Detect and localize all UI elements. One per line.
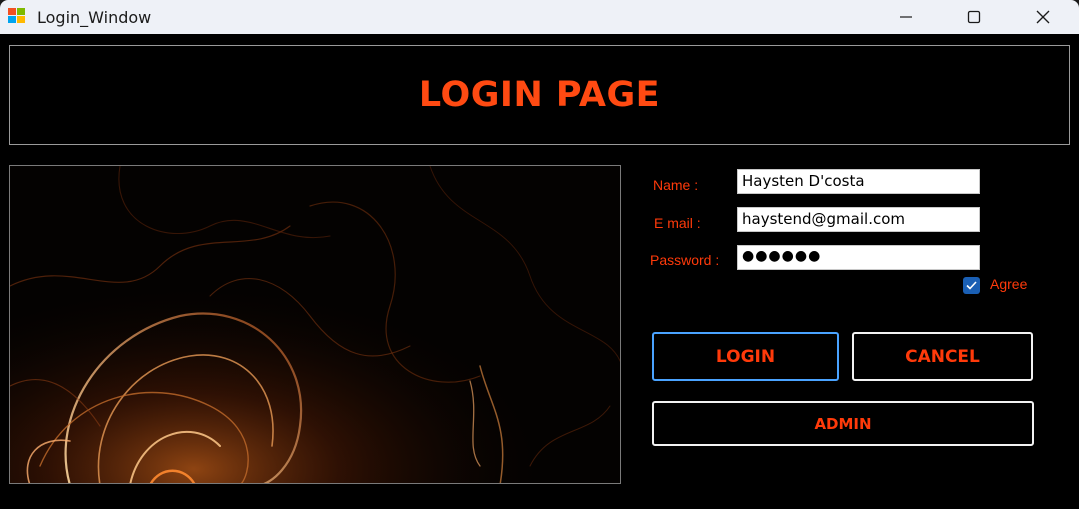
name-field[interactable]: Haysten D'costa <box>737 169 980 194</box>
close-button[interactable] <box>1020 0 1066 34</box>
cancel-button[interactable]: CANCEL <box>852 332 1033 381</box>
login-window: Login_Window LOGIN PAGE Name: Haysten D… <box>0 0 1079 509</box>
smoke-artwork-graphic <box>10 166 620 483</box>
page-title: LOGIN PAGE <box>418 75 661 115</box>
name-label: Name : <box>653 177 699 193</box>
window-title: Login_Window <box>37 8 152 27</box>
email-label: E mail : <box>654 215 701 231</box>
checkmark-icon <box>966 281 977 290</box>
agree-label: Agree <box>990 276 1028 292</box>
login-button[interactable]: LOGIN <box>652 332 839 381</box>
email-field[interactable]: haystend@gmail.com <box>737 207 980 232</box>
password-label: Password : <box>650 252 720 268</box>
maximize-button[interactable] <box>951 0 997 34</box>
client-area: LOGIN PAGE Name: Haysten D'costa E mail… <box>0 34 1079 509</box>
minimize-icon <box>900 16 912 18</box>
winforms-app-icon <box>8 8 26 24</box>
admin-button[interactable]: ADMIN <box>652 401 1034 446</box>
title-bar[interactable]: Login_Window <box>0 0 1079 34</box>
header-banner: LOGIN PAGE <box>9 45 1070 145</box>
minimize-button[interactable] <box>883 0 929 34</box>
smoke-artwork-image <box>9 165 621 484</box>
close-icon <box>1036 10 1050 24</box>
agree-checkbox[interactable] <box>963 277 980 294</box>
maximize-icon <box>967 10 981 24</box>
password-field[interactable]: ●●●●●● <box>737 245 980 270</box>
